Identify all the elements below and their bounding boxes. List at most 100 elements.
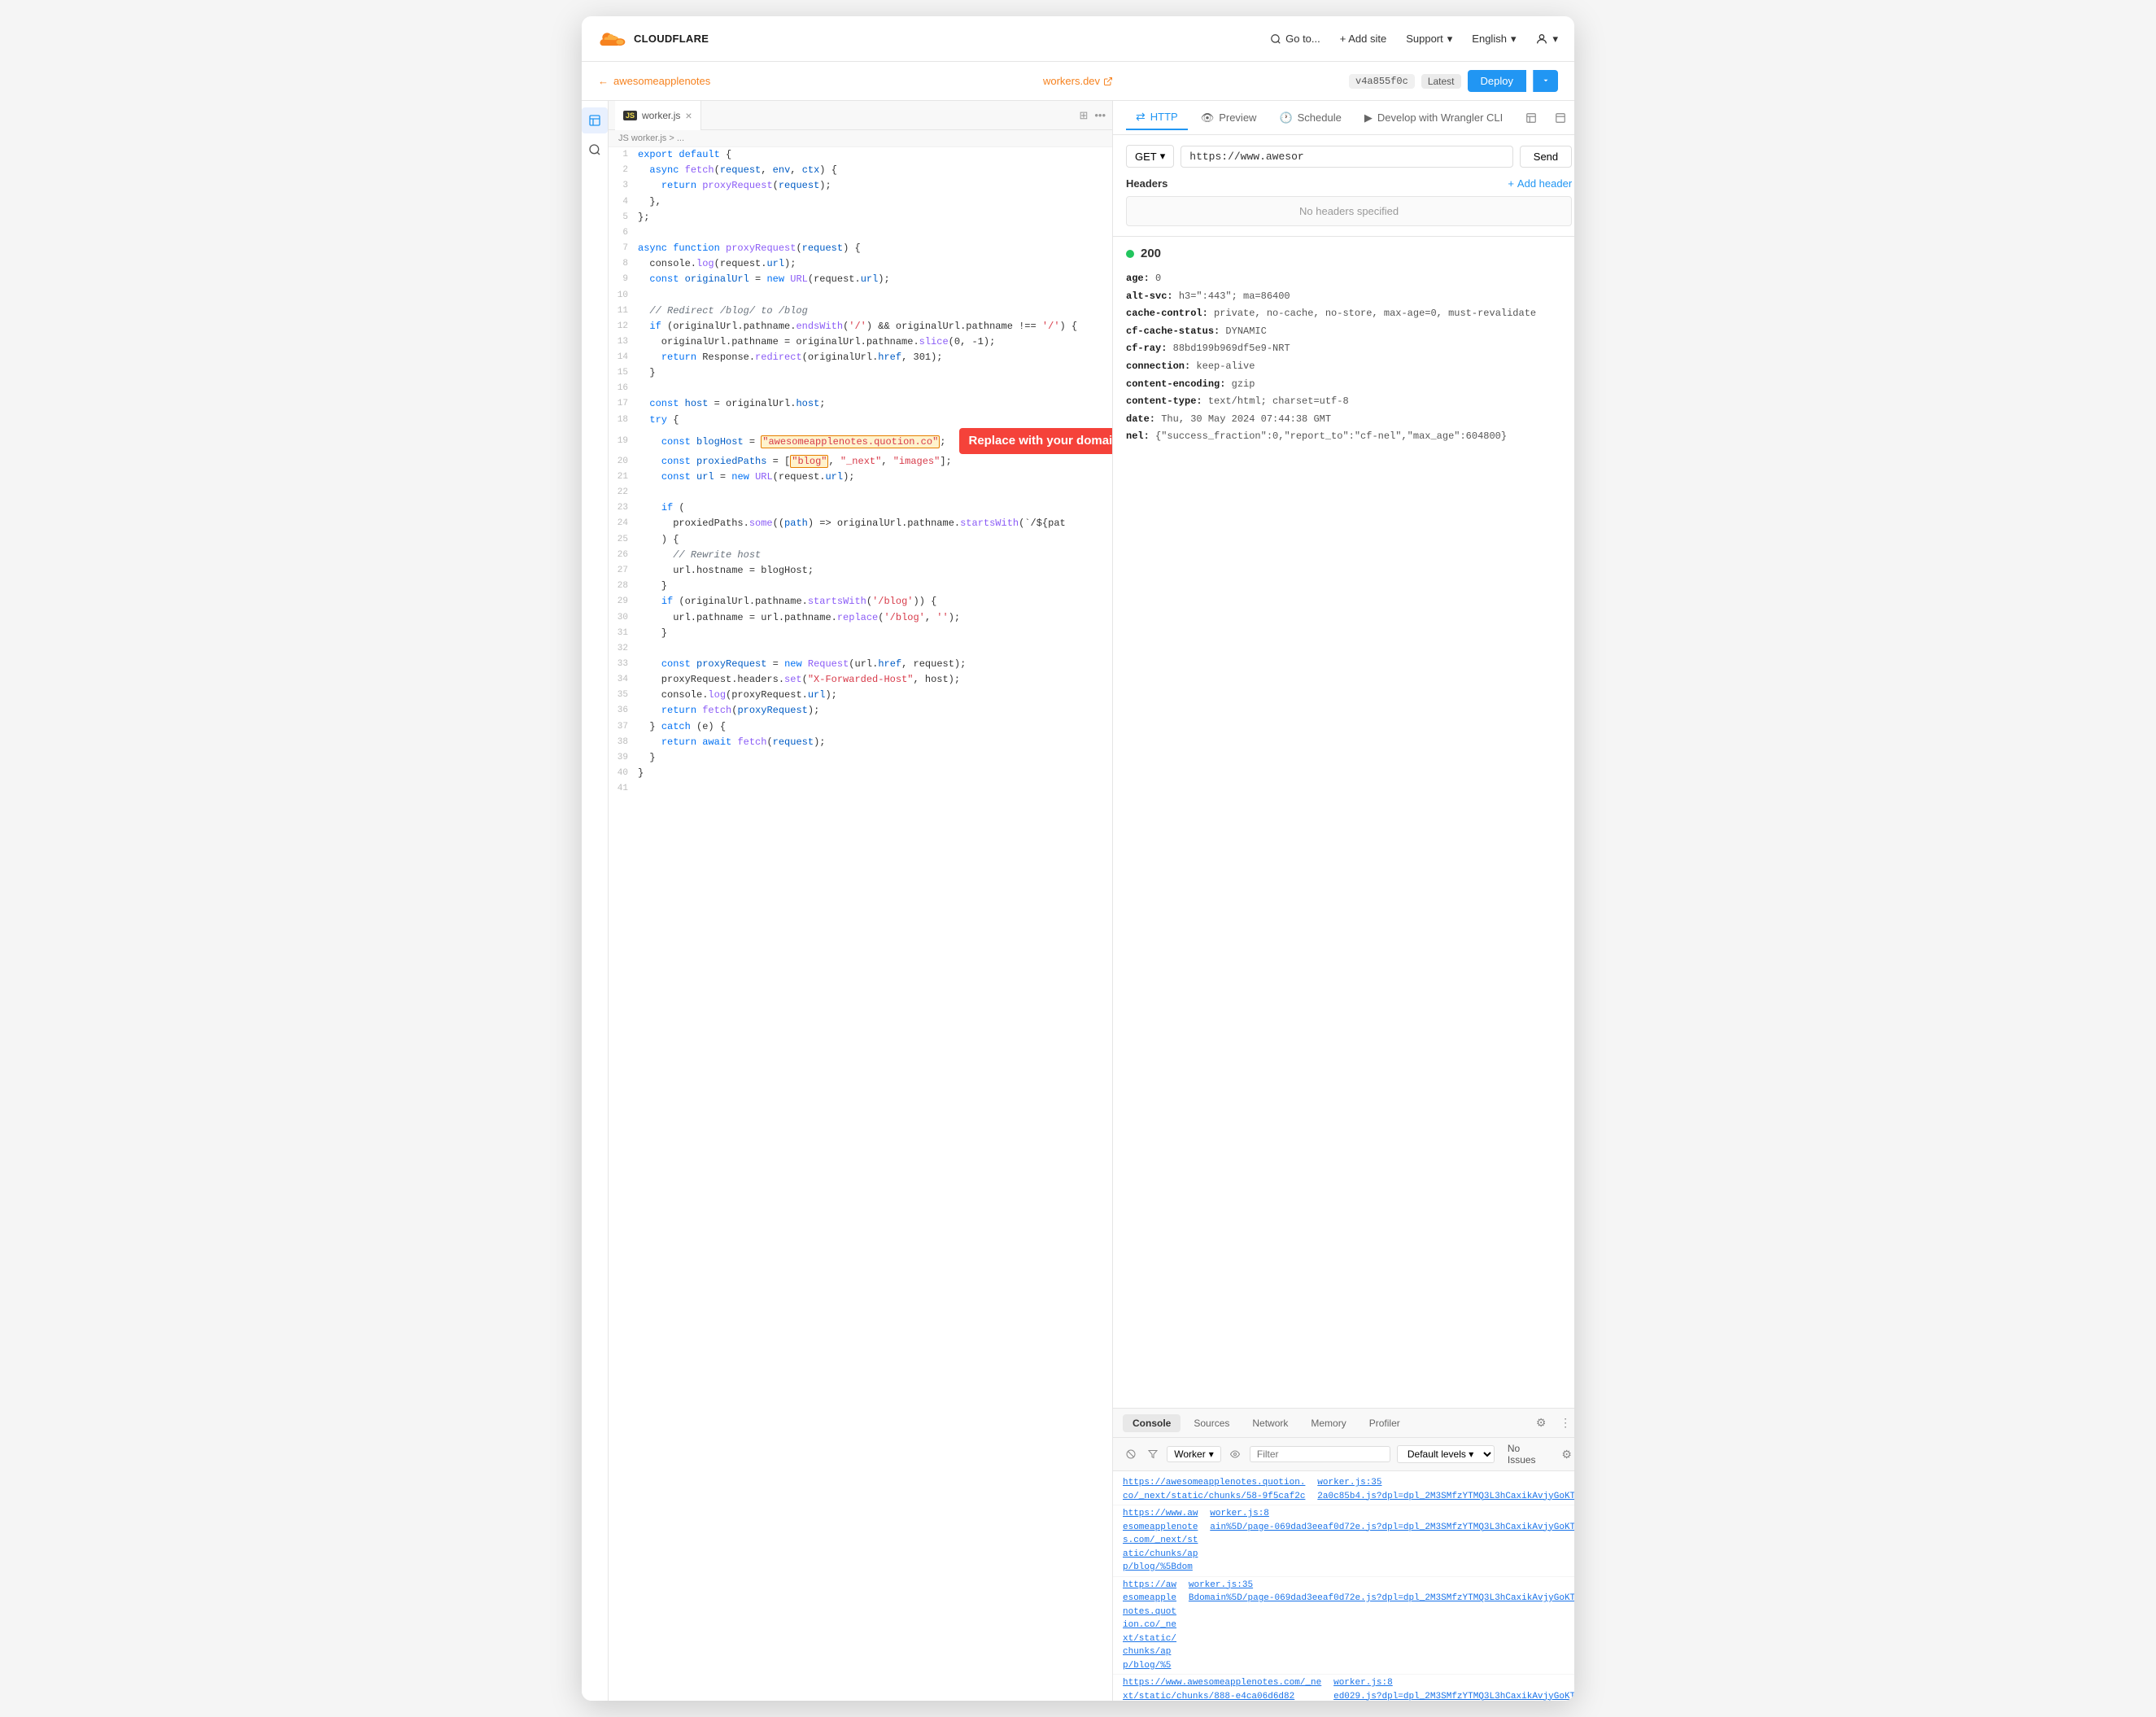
console-more-icon-btn[interactable]: ⋮: [1556, 1413, 1574, 1433]
code-line: 22: [609, 485, 1112, 500]
code-line: 12 if (originalUrl.pathname.endsWith('/'…: [609, 319, 1112, 334]
method-chevron-icon: ▾: [1160, 150, 1166, 163]
logo-text: CLOUDFLARE: [634, 33, 709, 45]
worker-select[interactable]: Worker ▾: [1167, 1446, 1220, 1462]
panel-right-icons: [1520, 107, 1572, 129]
top-nav: CLOUDFLARE Go to... + Add site Support ▾…: [582, 16, 1574, 62]
http-tabs: ⇄ HTTP 👁 Preview 🕐 Schedule ▶ Develop wi…: [1113, 101, 1574, 135]
console-filter-icon-btn[interactable]: [1145, 1445, 1160, 1463]
goto-action[interactable]: Go to...: [1270, 33, 1320, 45]
code-line: 26 // Rewrite host: [609, 548, 1112, 563]
send-button[interactable]: Send: [1520, 146, 1572, 168]
deploy-button[interactable]: Deploy: [1468, 70, 1526, 92]
log-entry: https://awesomeapplenotes.quotion.co/_ne…: [1113, 1577, 1574, 1675]
workers-dev-link[interactable]: workers.dev: [1043, 75, 1113, 87]
code-line: 16: [609, 381, 1112, 396]
code-line: 1 export default {: [609, 147, 1112, 163]
editor-tab-worker[interactable]: JS worker.js ×: [615, 101, 701, 130]
http-arrows-icon: ⇄: [1136, 110, 1146, 124]
editor-breadcrumb: JS worker.js > ...: [609, 130, 1112, 147]
code-line: 25 ) {: [609, 532, 1112, 548]
user-icon: [1535, 33, 1548, 46]
back-arrow-icon: ←: [598, 75, 609, 87]
console-filter-input[interactable]: [1250, 1446, 1390, 1462]
tab-sources[interactable]: Sources: [1184, 1414, 1239, 1432]
status-row: 200: [1126, 247, 1572, 260]
tab-close-icon[interactable]: ×: [685, 110, 692, 121]
side-icons: [582, 101, 609, 1701]
status-code: 200: [1141, 247, 1161, 260]
method-select[interactable]: GET ▾: [1126, 145, 1174, 168]
language-chevron-icon: ▾: [1511, 33, 1517, 46]
code-line: 20 const proxiedPaths = ["blog", "_next"…: [609, 454, 1112, 470]
code-line: 2 async fetch(request, env, ctx) {: [609, 163, 1112, 178]
tab-console[interactable]: Console: [1123, 1414, 1181, 1432]
addsite-action[interactable]: + Add site: [1340, 33, 1386, 45]
code-line: 24 proxiedPaths.some((path) => originalU…: [609, 516, 1112, 531]
code-line: 32: [609, 641, 1112, 657]
layout-icon-btn[interactable]: [1520, 107, 1543, 129]
code-line: 35 console.log(proxyRequest.url);: [609, 688, 1112, 703]
code-line: 9 const originalUrl = new URL(request.ur…: [609, 272, 1112, 287]
tab-http[interactable]: ⇄ HTTP: [1126, 105, 1188, 130]
code-line: 10: [609, 288, 1112, 304]
rh-cf-ray: cf-ray: 88bd199b969df5e9-NRT: [1126, 340, 1572, 358]
console-settings2-icon-btn[interactable]: ⚙: [1558, 1444, 1574, 1464]
tab-network[interactable]: Network: [1242, 1414, 1298, 1432]
expand-icon-btn[interactable]: [1549, 107, 1572, 129]
chevron-down-icon: [1542, 76, 1550, 85]
code-line: 28 }: [609, 579, 1112, 594]
console-log-area[interactable]: https://awesomeapplenotes.quotion.co/_ne…: [1113, 1471, 1574, 1701]
rh-alt-svc: alt-svc: h3=":443"; ma=86400: [1126, 288, 1572, 306]
code-line: 6: [609, 225, 1112, 241]
eye-toggle-btn[interactable]: [1228, 1445, 1243, 1463]
tab-preview[interactable]: 👁 Preview: [1191, 107, 1267, 129]
split-editor-icon[interactable]: ⊞: [1079, 109, 1088, 122]
code-line: 7 async function proxyRequest(request) {: [609, 241, 1112, 256]
response-area: 200 age: 0 alt-svc: h3=":443"; ma=86400 …: [1113, 237, 1574, 1408]
rh-cf-cache-status: cf-cache-status: DYNAMIC: [1126, 323, 1572, 341]
code-line: 11 // Redirect /blog/ to /blog: [609, 304, 1112, 319]
support-action[interactable]: Support ▾: [1406, 33, 1452, 46]
url-row: GET ▾ Send: [1126, 145, 1572, 168]
add-header-button[interactable]: + Add header: [1508, 177, 1572, 190]
code-area[interactable]: 1 export default { 2 async fetch(request…: [609, 147, 1112, 1701]
rh-connection: connection: keep-alive: [1126, 358, 1572, 376]
search-icon: [1270, 33, 1281, 45]
console-settings-icon-btn[interactable]: ⚙: [1531, 1413, 1551, 1433]
secondary-nav: ← awesomeapplenotes workers.dev v4a855f0…: [582, 62, 1574, 101]
url-input[interactable]: [1181, 146, 1513, 168]
main-layout: JS worker.js × ⊞ ••• JS worker.js > ... …: [582, 101, 1574, 1701]
console-clear-icon-btn[interactable]: [1123, 1445, 1138, 1463]
no-headers-box: No headers specified: [1126, 196, 1572, 226]
tab-profiler[interactable]: Profiler: [1360, 1414, 1410, 1432]
code-line: 40 }: [609, 766, 1112, 781]
expand-icon: [1555, 112, 1566, 124]
files-icon-btn[interactable]: [582, 107, 608, 133]
deploy-dropdown-button[interactable]: [1533, 70, 1558, 92]
annotation-bubble: Replace with your domain and subdirector…: [959, 428, 1113, 454]
code-line: 38 return await fetch(request);: [609, 735, 1112, 750]
rh-cache-control: cache-control: private, no-cache, no-sto…: [1126, 305, 1572, 323]
code-line: 18 try {: [609, 413, 1112, 428]
console-toolbar: Worker ▾ Default levels ▾ No Issues ⚙: [1113, 1438, 1574, 1471]
code-line: 27 url.hostname = blogHost;: [609, 563, 1112, 579]
filter-icon: [1148, 1449, 1158, 1459]
code-line-19: 19 const blogHost = "awesomeapplenotes.q…: [609, 428, 1112, 454]
clear-icon: [1126, 1449, 1136, 1459]
back-link[interactable]: ← awesomeapplenotes: [598, 75, 710, 87]
user-action[interactable]: ▾: [1535, 33, 1558, 46]
latest-badge: Latest: [1421, 74, 1461, 89]
worker-chevron-icon: ▾: [1209, 1448, 1214, 1460]
clock-icon: 🕐: [1279, 111, 1292, 125]
tab-schedule[interactable]: 🕐 Schedule: [1269, 107, 1351, 129]
console-level-select[interactable]: Default levels ▾: [1397, 1445, 1495, 1463]
code-line: 4 },: [609, 194, 1112, 210]
language-action[interactable]: English ▾: [1472, 33, 1516, 46]
more-options-icon[interactable]: •••: [1094, 109, 1106, 122]
editor-tab-actions: ⊞ •••: [1079, 109, 1106, 122]
tab-memory[interactable]: Memory: [1301, 1414, 1355, 1432]
search-icon-btn[interactable]: [582, 137, 608, 163]
code-line: 37 } catch (e) {: [609, 719, 1112, 735]
tab-wrangler[interactable]: ▶ Develop with Wrangler CLI: [1355, 107, 1512, 129]
